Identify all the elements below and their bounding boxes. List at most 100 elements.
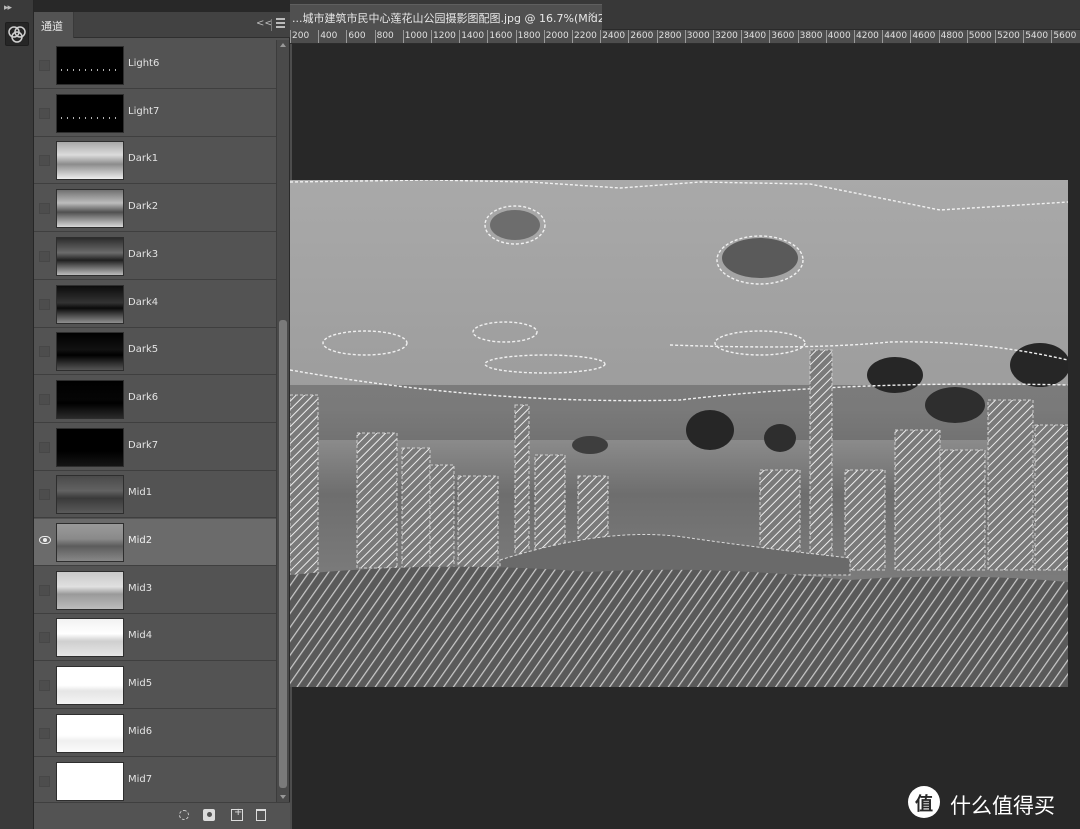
scroll-up-icon[interactable] xyxy=(280,43,286,47)
save-selection-icon[interactable] xyxy=(203,809,215,821)
smzdm-watermark: 值 什么值得买 xyxy=(908,786,1076,820)
ruler-label: 800 xyxy=(376,31,394,41)
channel-row[interactable]: Light6 xyxy=(34,42,276,89)
visibility-toggle[interactable] xyxy=(39,727,50,739)
channel-row[interactable]: Dark6 xyxy=(34,375,276,423)
ruler-tick xyxy=(543,30,545,43)
ruler-tick xyxy=(1051,30,1053,43)
ruler-tick xyxy=(374,30,376,43)
visibility-toggle[interactable] xyxy=(39,346,50,358)
channel-thumbnail xyxy=(56,427,124,467)
ruler-label: 5000 xyxy=(968,31,992,41)
ruler-label: 3800 xyxy=(799,31,823,41)
new-channel-icon[interactable] xyxy=(231,807,243,821)
ruler-tick xyxy=(459,30,461,43)
ruler-tick xyxy=(402,30,404,43)
channel-row[interactable]: Light7 xyxy=(34,89,276,137)
delete-channel-icon[interactable] xyxy=(256,809,266,821)
channel-row[interactable]: Mid1 xyxy=(34,471,276,519)
panel-menu-icon[interactable] xyxy=(276,18,285,28)
channel-thumbnail xyxy=(56,141,124,181)
channel-row[interactable]: Mid2 xyxy=(34,519,276,566)
ruler-label: 2800 xyxy=(658,31,682,41)
channel-name: Dark2 xyxy=(128,201,159,213)
channel-name: Mid4 xyxy=(128,630,153,642)
channel-thumbnail xyxy=(56,189,124,229)
channel-row[interactable]: Mid6 xyxy=(34,709,276,757)
ruler-label: 4800 xyxy=(940,31,964,41)
visibility-toggle[interactable] xyxy=(39,60,50,71)
ruler-tick xyxy=(1023,30,1025,43)
ruler-tick xyxy=(318,30,320,43)
tab-channels[interactable]: 通道 xyxy=(34,12,74,38)
channel-row[interactable]: Dark5 xyxy=(34,328,276,376)
close-document-icon[interactable]: × xyxy=(588,10,596,21)
channel-row[interactable]: Mid3 xyxy=(34,566,276,614)
visibility-toggle[interactable] xyxy=(39,441,50,453)
document-tab-bar: ...城市建筑市民中心莲花山公园摄影图配图.jpg @ 16.7%(Mid2/8… xyxy=(290,0,1080,30)
scrollbar-thumb[interactable] xyxy=(279,320,287,788)
divider xyxy=(271,19,272,31)
ruler-tick xyxy=(769,30,771,43)
channel-row[interactable]: Dark2 xyxy=(34,185,276,233)
channel-thumbnail xyxy=(56,570,124,610)
channel-thumbnail xyxy=(56,332,124,372)
channel-row[interactable]: Dark3 xyxy=(34,232,276,280)
channel-row[interactable]: Dark4 xyxy=(34,280,276,328)
visibility-toggle[interactable] xyxy=(39,489,50,501)
channel-row[interactable]: Mid5 xyxy=(34,662,276,710)
ruler-label: 5200 xyxy=(997,31,1020,41)
channel-row[interactable]: Mid4 xyxy=(34,614,276,662)
channel-row[interactable]: Mid7 xyxy=(34,757,276,802)
ruler-label: 3600 xyxy=(771,31,795,41)
document-canvas[interactable] xyxy=(290,180,1068,687)
visibility-toggle[interactable] xyxy=(39,775,50,787)
scroll-down-icon[interactable] xyxy=(280,795,286,799)
panel-tab-bar: 通道 << xyxy=(34,12,290,38)
channel-name: Light6 xyxy=(128,58,160,69)
ruler-tick xyxy=(346,30,348,43)
ruler-tick xyxy=(741,30,743,43)
ruler-label: 200 xyxy=(292,31,310,41)
channel-row[interactable]: Dark7 xyxy=(34,423,276,471)
channel-thumbnail xyxy=(56,379,124,419)
channel-row[interactable]: Dark1 xyxy=(34,137,276,185)
load-selection-icon[interactable] xyxy=(179,810,189,820)
channel-name: Mid3 xyxy=(128,582,153,594)
channel-name: Mid2 xyxy=(128,535,153,546)
visibility-toggle[interactable] xyxy=(39,250,50,262)
document-title: ...城市建筑市民中心莲花山公园摄影图配图.jpg @ 16.7%(Mid2/8… xyxy=(292,12,602,25)
visibility-toggle[interactable] xyxy=(39,393,50,405)
ruler-label: 1800 xyxy=(517,31,541,41)
ruler-tick xyxy=(600,30,602,43)
channel-thumbnail xyxy=(56,761,124,801)
expand-panels-icon[interactable]: ▸▸ xyxy=(4,3,12,13)
visibility-toggle[interactable] xyxy=(39,298,50,310)
visibility-toggle[interactable] xyxy=(39,680,50,692)
visibility-toggle[interactable] xyxy=(39,203,50,215)
channel-name: Mid6 xyxy=(128,725,153,737)
channel-list-scrollbar[interactable] xyxy=(276,40,289,802)
visibility-toggle[interactable] xyxy=(39,632,50,644)
visibility-toggle[interactable] xyxy=(39,155,50,167)
visibility-toggle[interactable] xyxy=(39,584,50,596)
channel-thumbnail xyxy=(56,475,124,515)
ruler-label: 5400 xyxy=(1025,31,1049,41)
channel-image xyxy=(290,180,1068,687)
document-tab[interactable]: ...城市建筑市民中心莲花山公园摄影图配图.jpg @ 16.7%(Mid2/8… xyxy=(290,4,602,30)
panel-footer xyxy=(34,802,290,829)
ruler-label: 2400 xyxy=(602,31,626,41)
tool-dock: ▸▸ xyxy=(0,0,34,829)
watermark-text: 什么值得买 xyxy=(950,794,1055,818)
ruler-tick xyxy=(966,30,968,43)
ruler-label: 1000 xyxy=(404,31,428,41)
visibility-toggle[interactable] xyxy=(39,107,50,119)
ruler-label: 3200 xyxy=(715,31,738,41)
ruler-tick xyxy=(938,30,940,43)
horizontal-ruler[interactable]: 200 400 600 800 1000 1200 1400 1600 1800 2000 2200… xyxy=(290,30,1080,44)
ruler-label: 3000 xyxy=(686,31,710,41)
ruler-tick xyxy=(882,30,884,43)
channel-name: Mid5 xyxy=(128,678,153,690)
channels-panel-button[interactable] xyxy=(5,22,29,46)
eye-icon[interactable] xyxy=(39,536,51,544)
